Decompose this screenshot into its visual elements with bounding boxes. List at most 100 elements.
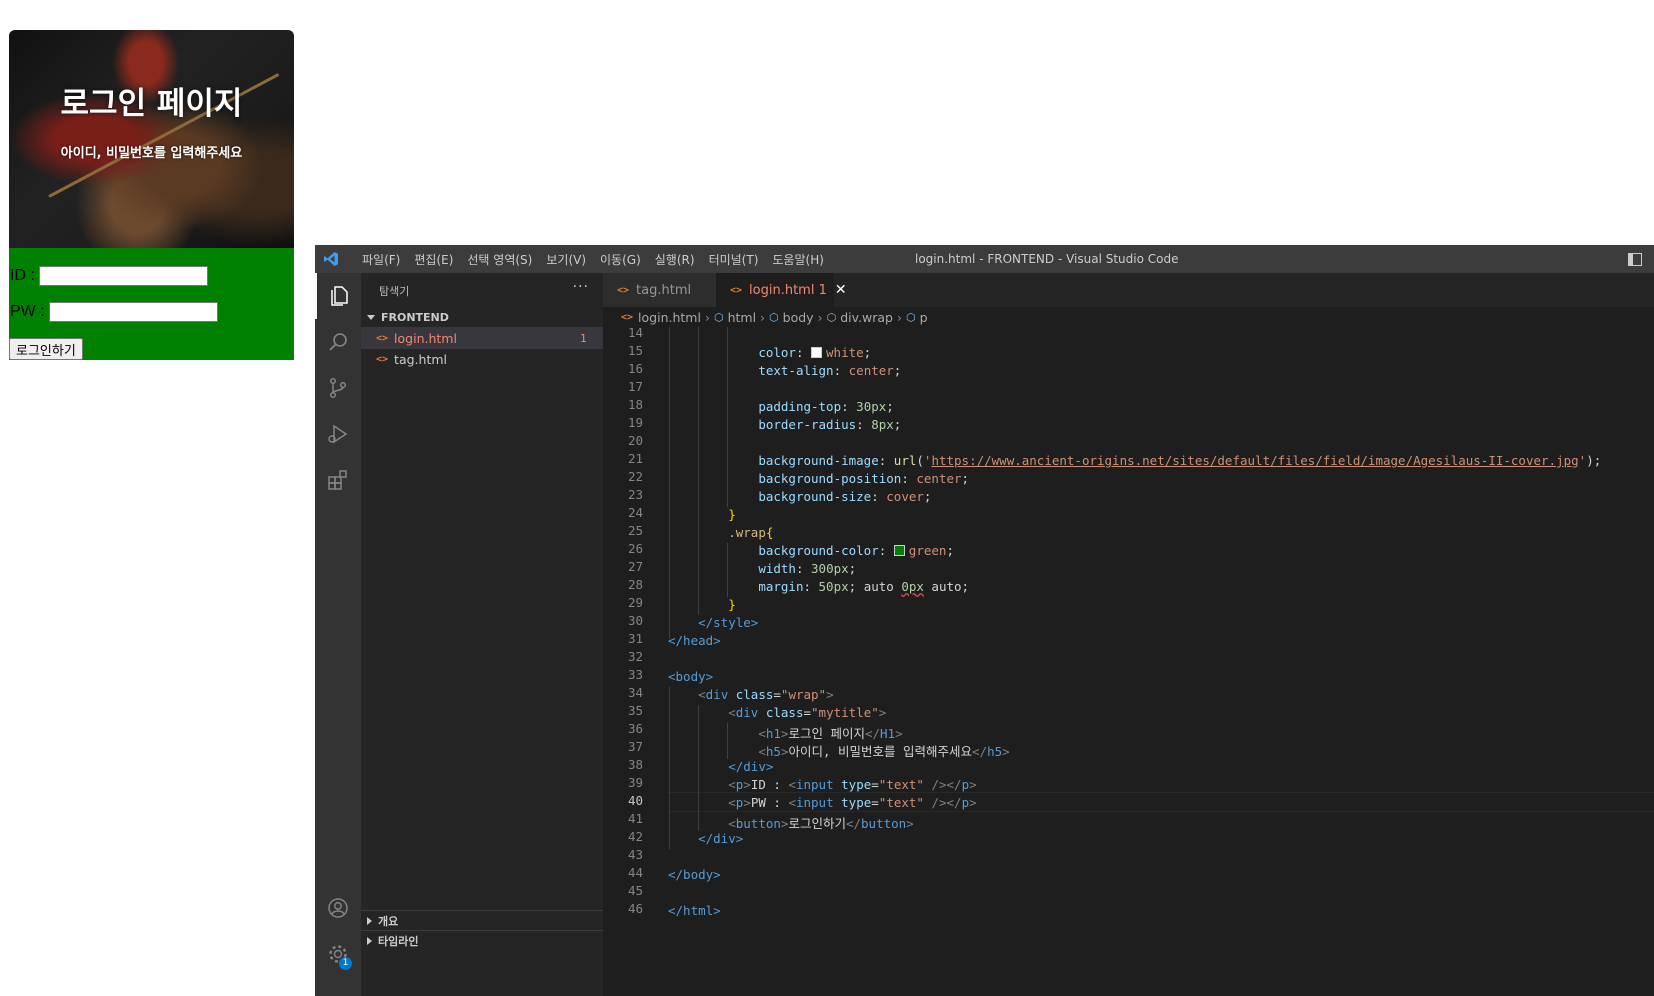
line-number: 31: [627, 631, 643, 646]
code-line-35: <div class="mytitle">: [728, 705, 887, 720]
menu-terminal[interactable]: 터미널(T): [702, 251, 766, 268]
line-number: 15: [627, 343, 643, 358]
code-line-24: }: [728, 507, 736, 522]
image-url-link[interactable]: https://www.ancient-origins.net/sites/de…: [931, 453, 1578, 468]
error-squiggle[interactable]: 0px: [901, 579, 924, 594]
file-item-tag[interactable]: <> tag.html: [361, 348, 603, 370]
line-number: 32: [627, 649, 643, 664]
line-number: 42: [627, 829, 643, 844]
code-line-46: </html>: [668, 903, 721, 918]
breadcrumb-item[interactable]: div.wrap: [840, 310, 893, 325]
toggle-sidebar-icon[interactable]: [1628, 253, 1642, 266]
breadcrumb-item[interactable]: body: [783, 310, 814, 325]
html-file-icon: <>: [617, 284, 630, 296]
breadcrumb-item[interactable]: p: [920, 310, 928, 325]
login-button[interactable]: 로그인하기: [9, 338, 83, 360]
line-number: 36: [627, 721, 643, 736]
code-editor[interactable]: 14 15 16 17 18 19 20 21 22 23 24 25 26 27 28 29 30 31 32 33…: [603, 325, 1654, 996]
page-title: 로그인 페이지: [60, 86, 243, 122]
menu-view[interactable]: 보기(V): [539, 251, 593, 268]
menu-file[interactable]: 파일(F): [355, 251, 407, 268]
breadcrumb: <> login.html › ⬡ html › ⬡ body › ⬡ div.…: [603, 307, 1654, 327]
line-number: 40: [627, 793, 643, 808]
menu-edit[interactable]: 편집(E): [407, 251, 460, 268]
menu-bar: 파일(F) 편집(E) 선택 영역(S) 보기(V) 이동(G) 실행(R) 터…: [355, 245, 831, 273]
file-item-login[interactable]: <> login.html 1: [361, 327, 603, 349]
chevron-right-icon: ›: [704, 309, 710, 325]
color-swatch-green[interactable]: [893, 545, 905, 556]
id-label: ID :: [10, 267, 35, 284]
account-icon[interactable]: [315, 885, 361, 931]
outline-label: 개요: [378, 915, 399, 928]
run-debug-icon[interactable]: [315, 411, 361, 457]
code-line-41: <button>로그인하기</button>: [728, 816, 914, 831]
explorer-icon[interactable]: [315, 273, 361, 319]
tab-login-html[interactable]: <> login.html 1 ✕: [716, 273, 847, 307]
explorer-sidebar: 탐색기 ··· FRONTEND <> login.html 1 <> tag.…: [361, 273, 603, 996]
outline-section[interactable]: 개요: [361, 910, 603, 931]
html-file-icon: <>: [376, 353, 389, 365]
html-file-icon: <>: [730, 284, 743, 296]
code-line-18: padding-top: 30px;: [758, 399, 894, 414]
tab-problem-count: 1: [818, 282, 827, 298]
breadcrumb-item[interactable]: login.html: [638, 310, 701, 325]
pw-label: PW :: [10, 303, 45, 320]
source-control-icon[interactable]: [315, 365, 361, 411]
search-icon[interactable]: [315, 319, 361, 365]
code-line-29: }: [728, 597, 736, 612]
more-actions-icon[interactable]: ···: [573, 279, 589, 295]
file-name: tag.html: [394, 351, 447, 367]
page-subtitle: 아이디, 비밀번호를 입력해주세요: [60, 146, 243, 161]
settings-badge: 1: [339, 957, 352, 970]
line-number: 24: [627, 505, 643, 520]
code-line-19: border-radius: 8px;: [758, 417, 902, 432]
code-line-40: <p>PW : <input type="text" /></p>: [728, 795, 977, 810]
chevron-right-icon: ›: [760, 309, 766, 325]
code-line-36: <h1>로그인 페이지</H1>: [758, 726, 903, 741]
folder-name: FRONTEND: [381, 310, 449, 324]
line-number: 21: [627, 451, 643, 466]
menu-run[interactable]: 실행(R): [648, 251, 702, 268]
explorer-header: 탐색기: [379, 285, 410, 298]
pw-row: PW :: [10, 302, 218, 322]
line-number: 38: [627, 757, 643, 772]
code-line-38: </div>: [728, 759, 774, 774]
vscode-logo-icon: [324, 252, 338, 266]
line-number: 29: [627, 595, 643, 610]
line-number: 43: [627, 847, 643, 862]
tab-tag-html[interactable]: <> tag.html: [603, 273, 716, 307]
color-swatch-white[interactable]: [811, 347, 823, 358]
menu-go[interactable]: 이동(G): [593, 251, 648, 268]
timeline-section[interactable]: 타임라인: [361, 930, 603, 951]
code-line-27: width: 300px;: [758, 561, 857, 576]
line-number: 27: [627, 559, 643, 574]
settings-gear-icon[interactable]: 1: [315, 931, 361, 977]
id-input[interactable]: [38, 266, 208, 286]
problem-count: 1: [580, 331, 587, 345]
pw-input[interactable]: [48, 302, 218, 322]
code-line-37: <h5>아이디, 비밀번호를 입력해주세요</h5>: [758, 744, 1010, 759]
line-number: 46: [627, 901, 643, 916]
breadcrumb-item[interactable]: html: [728, 310, 756, 325]
line-number: 34: [627, 685, 643, 700]
code-line-22: background-position: center;: [758, 471, 970, 486]
chevron-right-icon: ›: [817, 309, 823, 325]
code-line-33: <body>: [668, 669, 714, 684]
line-number: 25: [627, 523, 643, 538]
line-number: 22: [627, 469, 643, 484]
chevron-down-icon: [367, 314, 375, 320]
menu-help[interactable]: 도움말(H): [765, 251, 831, 268]
extensions-icon[interactable]: [315, 457, 361, 503]
line-number: 39: [627, 775, 643, 790]
line-number: 14: [627, 325, 643, 340]
code-line-28: margin: 50px; auto 0px auto;: [758, 579, 970, 594]
chevron-right-icon: [367, 937, 372, 945]
line-number: 28: [627, 577, 643, 592]
window-title: login.html - FRONTEND - Visual Studio Co…: [915, 252, 1179, 266]
menu-selection[interactable]: 선택 영역(S): [460, 251, 539, 268]
close-icon[interactable]: ✕: [835, 282, 847, 298]
folder-frontend[interactable]: FRONTEND: [361, 307, 603, 327]
vscode-window: 파일(F) 편집(E) 선택 영역(S) 보기(V) 이동(G) 실행(R) 터…: [315, 245, 1654, 996]
login-form: ID : PW : 로그인하기: [9, 248, 294, 360]
line-number: 18: [627, 397, 643, 412]
